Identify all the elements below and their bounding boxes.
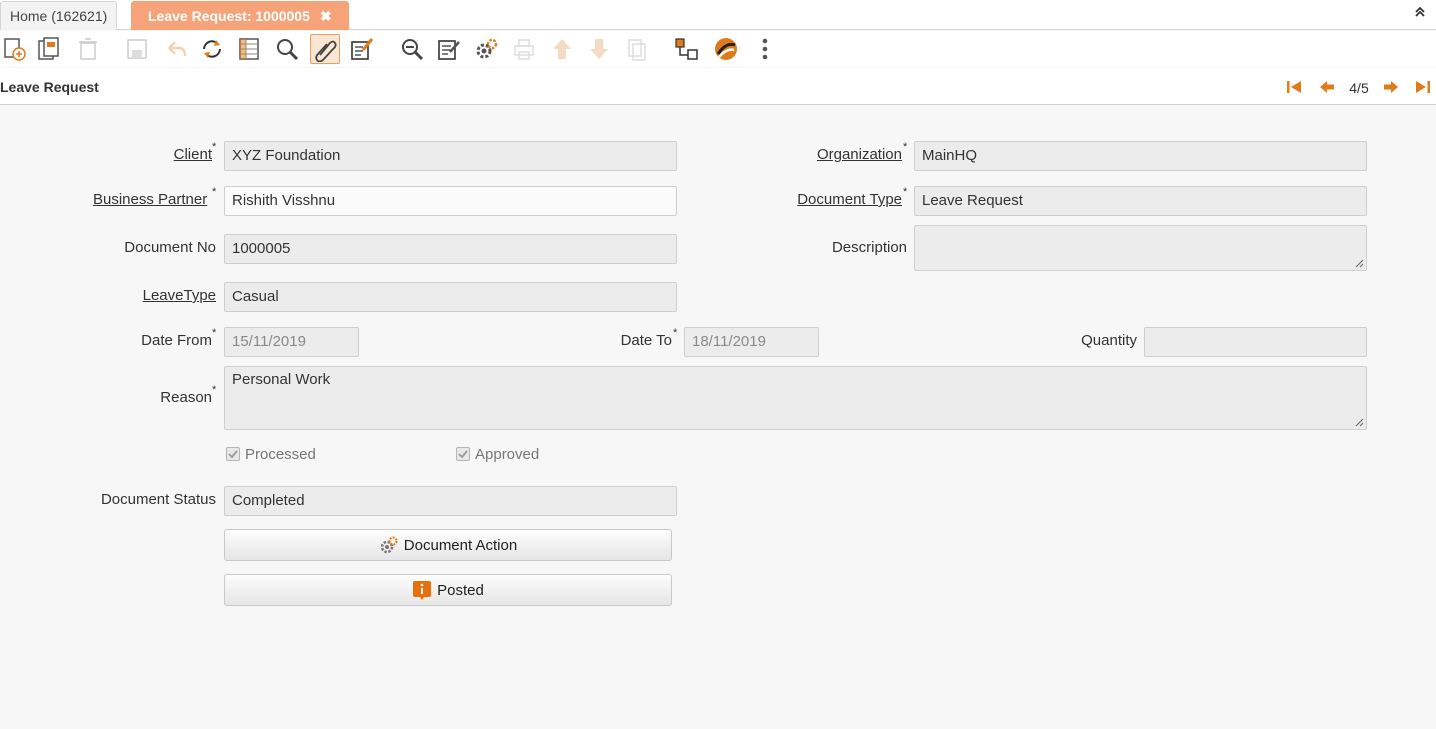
- detail-record-icon[interactable]: [584, 34, 614, 64]
- required-mark: *: [903, 141, 908, 153]
- delete-icon[interactable]: [73, 34, 103, 64]
- checkmark-icon: [458, 450, 468, 459]
- tab-leave-request[interactable]: Leave Request: 1000005 ✖: [131, 1, 349, 30]
- document-type-field[interactable]: Leave Request: [914, 186, 1367, 216]
- checkmark-icon: [228, 450, 238, 459]
- product-info-icon[interactable]: [672, 34, 702, 64]
- toolbar: [0, 31, 1436, 67]
- leave-type-field[interactable]: Casual: [224, 282, 677, 312]
- leave-type-label[interactable]: LeaveType: [143, 287, 216, 304]
- quantity-field[interactable]: [1144, 327, 1367, 357]
- required-mark: *: [212, 327, 217, 339]
- refresh-icon[interactable]: [197, 34, 227, 64]
- next-record-icon[interactable]: [1380, 77, 1402, 97]
- info-badge-icon: [412, 580, 432, 600]
- record-counter: 4/5: [1349, 80, 1369, 96]
- double-chevron-up-icon[interactable]: [1414, 5, 1426, 21]
- workflow-icon[interactable]: [711, 34, 741, 64]
- reason-label: Reason: [160, 389, 212, 406]
- required-mark: *: [903, 186, 908, 198]
- document-no-field[interactable]: 1000005: [224, 234, 677, 264]
- quantity-label: Quantity: [1081, 332, 1137, 349]
- tab-leave-request-label: Leave Request: 1000005: [148, 8, 310, 24]
- previous-record-icon[interactable]: [1316, 77, 1338, 97]
- date-from-field[interactable]: 15/11/2019: [224, 327, 359, 357]
- report-icon[interactable]: [434, 34, 464, 64]
- new-record-icon[interactable]: [0, 34, 30, 64]
- approved-label: Approved: [475, 446, 540, 463]
- zoom-across-icon[interactable]: [397, 34, 427, 64]
- posted-label: Posted: [437, 581, 484, 599]
- archive-icon[interactable]: [622, 34, 652, 64]
- document-status-label: Document Status: [100, 491, 216, 508]
- window-titlebar: Leave Request 4/5: [0, 68, 1436, 105]
- attachment-icon[interactable]: [310, 34, 340, 64]
- more-icon[interactable]: [750, 34, 780, 64]
- chat-icon[interactable]: [347, 34, 377, 64]
- client-field[interactable]: XYZ Foundation: [224, 141, 677, 171]
- required-mark: *: [212, 384, 217, 396]
- document-status-field[interactable]: Completed: [224, 486, 677, 516]
- print-icon[interactable]: [509, 34, 539, 64]
- business-partner-field[interactable]: Rishith Visshnu: [224, 186, 677, 216]
- tab-home[interactable]: Home (162621): [0, 1, 118, 30]
- process-icon[interactable]: [472, 34, 502, 64]
- date-to-label: Date To: [620, 332, 672, 349]
- document-action-button[interactable]: Document Action: [224, 529, 672, 561]
- undo-icon[interactable]: [161, 34, 191, 64]
- close-icon[interactable]: ✖: [320, 8, 332, 24]
- processed-checkbox[interactable]: [226, 447, 240, 461]
- resize-grip-icon: [1355, 259, 1364, 268]
- first-record-icon[interactable]: [1283, 77, 1305, 97]
- description-label: Description: [831, 239, 907, 256]
- date-from-label: Date From: [141, 332, 212, 349]
- copy-record-icon[interactable]: [34, 34, 64, 64]
- organization-field[interactable]: MainHQ: [914, 141, 1367, 171]
- client-label[interactable]: Client: [174, 146, 212, 163]
- reason-value: Personal Work: [232, 371, 331, 388]
- posted-button[interactable]: Posted: [224, 574, 672, 606]
- document-action-label: Document Action: [403, 536, 518, 554]
- required-mark: *: [673, 327, 678, 339]
- required-mark: *: [212, 186, 217, 198]
- grid-toggle-icon[interactable]: [234, 34, 264, 64]
- find-icon[interactable]: [272, 34, 302, 64]
- gears-icon: [379, 535, 399, 555]
- processed-label: Processed: [245, 446, 316, 463]
- organization-label[interactable]: Organization: [817, 146, 902, 163]
- business-partner-label[interactable]: Business Partner: [93, 191, 207, 208]
- tab-home-label: Home (162621): [10, 8, 108, 24]
- parent-record-icon[interactable]: [547, 34, 577, 64]
- document-type-label[interactable]: Document Type: [797, 191, 902, 208]
- last-record-icon[interactable]: [1412, 77, 1434, 97]
- approved-checkbox[interactable]: [456, 447, 470, 461]
- tab-bar: Home (162621) Leave Request: 1000005 ✖: [0, 0, 1436, 30]
- required-mark: *: [212, 141, 217, 153]
- resize-grip-icon: [1355, 418, 1364, 427]
- description-textarea[interactable]: [914, 225, 1367, 271]
- document-no-label: Document No: [124, 239, 216, 256]
- date-to-field[interactable]: 18/11/2019: [684, 327, 819, 357]
- reason-textarea[interactable]: Personal Work: [224, 366, 1367, 430]
- page-title: Leave Request: [0, 79, 99, 95]
- save-icon[interactable]: [122, 34, 152, 64]
